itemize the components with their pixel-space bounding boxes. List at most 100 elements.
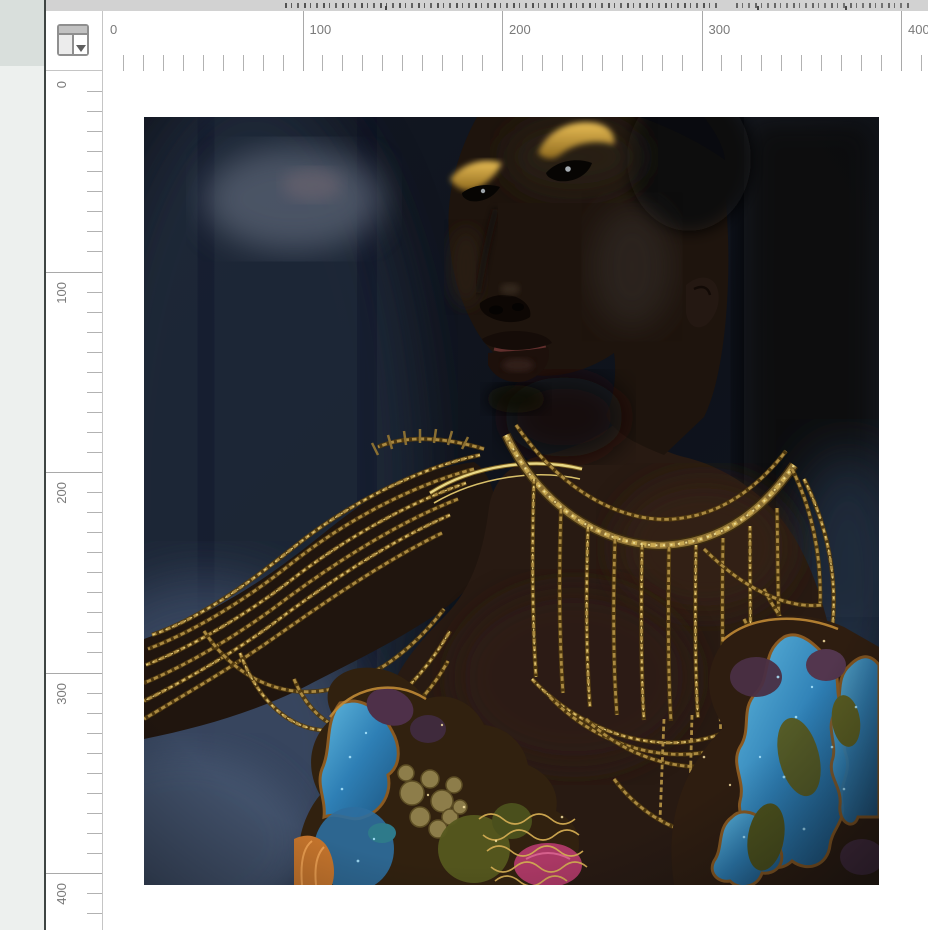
- ruler-label: 0: [110, 23, 117, 36]
- panel-edge-top: [0, 0, 44, 66]
- ruler-major-tick: [502, 11, 503, 71]
- ruler-label: 400: [55, 883, 68, 905]
- ruler-minor-tick: [183, 55, 184, 71]
- ruler-minor-tick: [741, 55, 742, 71]
- image-editor-window: 0 100 200 300 400 0 100 200 300 400: [0, 0, 928, 930]
- ruler-minor-tick: [542, 55, 543, 71]
- ruler-label: 200: [55, 482, 68, 504]
- clipped-title-text: [757, 6, 759, 10]
- panel-edge: [0, 0, 44, 930]
- chevron-down-icon: [76, 45, 86, 52]
- ruler-minor-tick: [87, 813, 102, 814]
- ruler-minor-tick: [87, 151, 102, 152]
- ruler-label: 300: [55, 683, 68, 705]
- ruler-minor-tick: [87, 452, 102, 453]
- ruler-minor-tick: [87, 432, 102, 433]
- ruler-minor-tick: [87, 612, 102, 613]
- ruler-minor-tick: [87, 392, 102, 393]
- ruler-minor-tick: [362, 55, 363, 71]
- ruler-minor-tick: [87, 171, 102, 172]
- ruler-minor-tick: [462, 55, 463, 71]
- ruler-minor-tick: [522, 55, 523, 71]
- ruler-minor-tick: [382, 55, 383, 71]
- window-titlebar-clipped[interactable]: [46, 0, 928, 11]
- ruler-minor-tick: [87, 632, 102, 633]
- ruler-minor-tick: [87, 332, 102, 333]
- clipped-title-text: [845, 6, 847, 10]
- ruler-minor-tick: [841, 55, 842, 71]
- ruler-minor-tick: [881, 55, 882, 71]
- ruler-minor-tick: [682, 55, 683, 71]
- ruler-widget-header: [59, 26, 87, 35]
- ruler-minor-tick: [87, 111, 102, 112]
- ruler-minor-tick: [721, 55, 722, 71]
- ruler-label: 300: [709, 23, 731, 36]
- ruler-minor-tick: [821, 55, 822, 71]
- ruler-minor-tick: [87, 312, 102, 313]
- ruler-minor-tick: [87, 693, 102, 694]
- ruler-minor-tick: [243, 55, 244, 71]
- ruler-minor-tick: [87, 191, 102, 192]
- ruler-minor-tick: [87, 592, 102, 593]
- ruler-minor-tick: [163, 55, 164, 71]
- ruler-minor-tick: [861, 55, 862, 71]
- ruler-options-button[interactable]: [57, 24, 89, 56]
- ruler-minor-tick: [87, 91, 102, 92]
- ruler-minor-tick: [761, 55, 762, 71]
- ruler-vertical[interactable]: 0100200300400: [46, 71, 103, 930]
- clipped-title-text: [385, 6, 387, 10]
- ruler-minor-tick: [87, 893, 102, 894]
- document-canvas[interactable]: .u{stroke:#50390f;stroke-width:4.4;fill:…: [103, 71, 928, 930]
- ruler-minor-tick: [322, 55, 323, 71]
- ruler-minor-tick: [87, 572, 102, 573]
- ruler-label: 100: [310, 23, 332, 36]
- ruler-minor-tick: [87, 292, 102, 293]
- ruler-minor-tick: [87, 853, 102, 854]
- ruler-minor-tick: [203, 55, 204, 71]
- photo-artwork: .u{stroke:#50390f;stroke-width:4.4;fill:…: [144, 117, 879, 885]
- clipped-title-text: [285, 3, 721, 8]
- ruler-corner: [46, 11, 103, 71]
- ruler-minor-tick: [87, 412, 102, 413]
- ruler-minor-tick: [87, 652, 102, 653]
- ruler-minor-tick: [87, 733, 102, 734]
- ruler-minor-tick: [642, 55, 643, 71]
- ruler-minor-tick: [87, 512, 102, 513]
- ruler-minor-tick: [87, 532, 102, 533]
- ruler-minor-tick: [87, 352, 102, 353]
- ruler-minor-tick: [263, 55, 264, 71]
- ruler-label: 200: [509, 23, 531, 36]
- ruler-minor-tick: [87, 713, 102, 714]
- photo-layer[interactable]: .u{stroke:#50390f;stroke-width:4.4;fill:…: [144, 117, 879, 885]
- ruler-minor-tick: [87, 372, 102, 373]
- ruler-minor-tick: [87, 833, 102, 834]
- ruler-horizontal[interactable]: 0 100 200 300 400: [103, 11, 928, 72]
- ruler-minor-tick: [87, 251, 102, 252]
- ruler-minor-tick: [87, 773, 102, 774]
- ruler-label: 400: [908, 23, 928, 36]
- ruler-minor-tick: [921, 55, 922, 71]
- ruler-minor-tick: [602, 55, 603, 71]
- ruler-minor-tick: [87, 753, 102, 754]
- ruler-minor-tick: [582, 55, 583, 71]
- ruler-minor-tick: [781, 55, 782, 71]
- ruler-minor-tick: [87, 793, 102, 794]
- ruler-minor-tick: [143, 55, 144, 71]
- ruler-major-tick: [46, 272, 102, 273]
- ruler-minor-tick: [402, 55, 403, 71]
- ruler-label: 0: [55, 81, 68, 88]
- ruler-minor-tick: [622, 55, 623, 71]
- ruler-minor-tick: [562, 55, 563, 71]
- ruler-major-tick: [46, 873, 102, 874]
- ruler-minor-tick: [283, 55, 284, 71]
- ruler-major-tick: [46, 472, 102, 473]
- ruler-major-tick: [46, 673, 102, 674]
- ruler-minor-tick: [123, 55, 124, 71]
- ruler-major-tick: [901, 11, 902, 71]
- clipped-title-text: [736, 3, 911, 8]
- ruler-minor-tick: [87, 231, 102, 232]
- ruler-minor-tick: [342, 55, 343, 71]
- ruler-minor-tick: [801, 55, 802, 71]
- ruler-major-tick: [303, 11, 304, 71]
- ruler-minor-tick: [482, 55, 483, 71]
